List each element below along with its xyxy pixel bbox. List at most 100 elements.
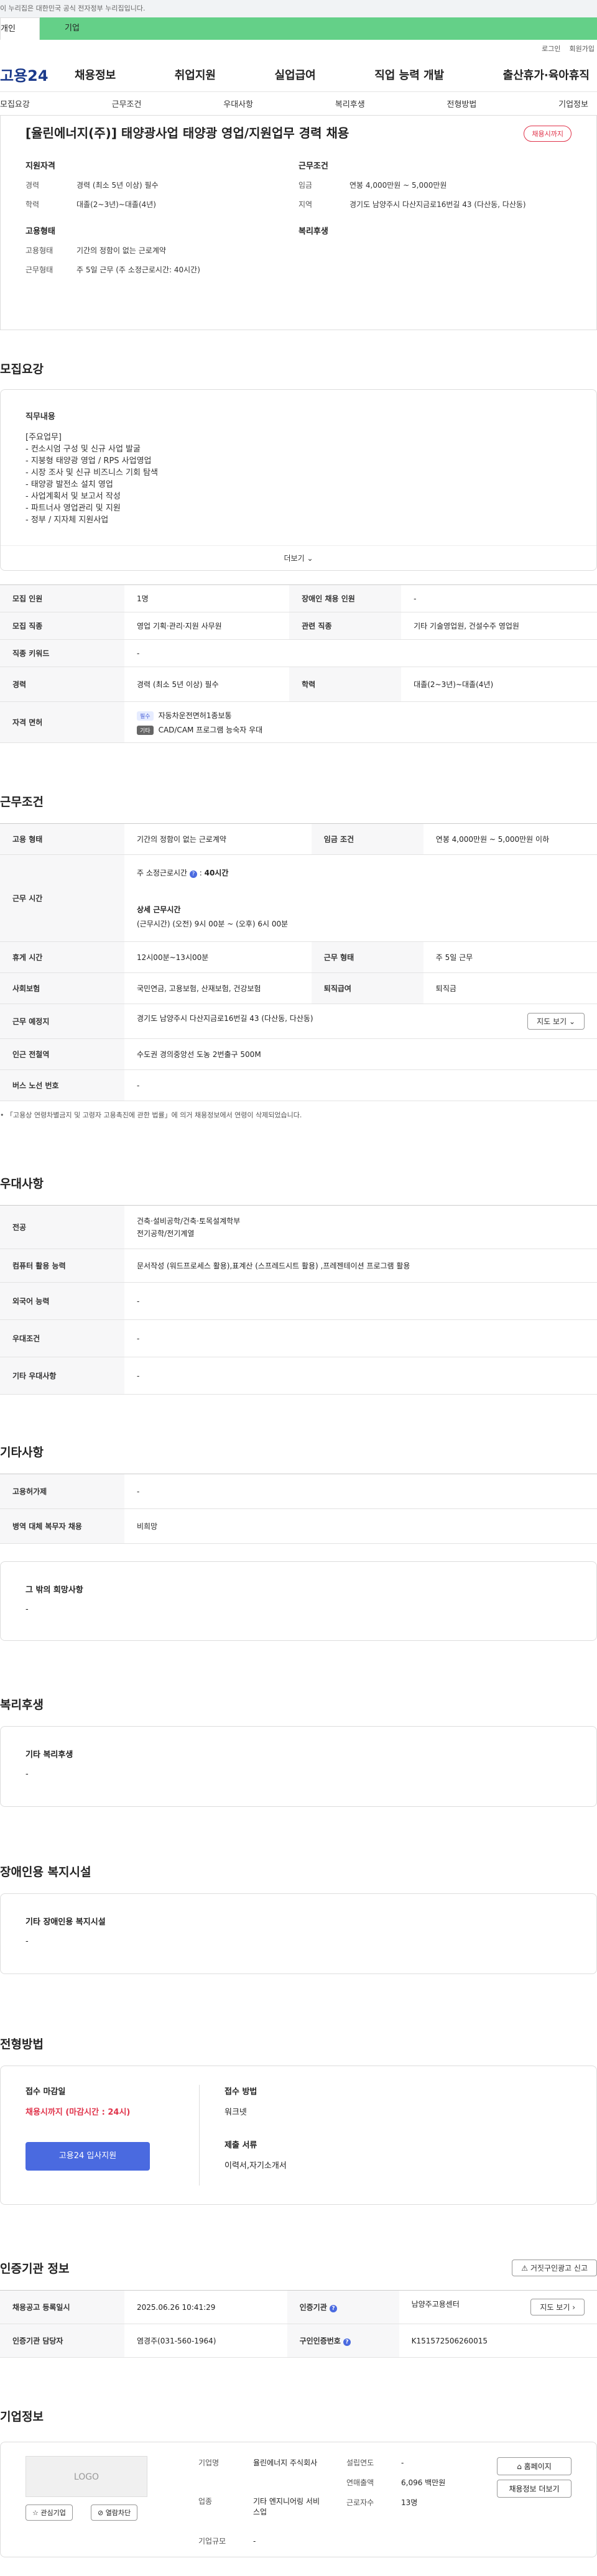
user-type-tabs: 개인 기업 [0, 17, 597, 40]
tab-business[interactable]: 기업 [40, 17, 597, 40]
duty-line: - 사업계획서 및 보고서 작성 [25, 492, 121, 501]
docs-label: 제출 서류 [224, 2141, 257, 2150]
chevron-down-icon: ⌄ [307, 554, 313, 563]
login-link[interactable]: 로그인 [542, 44, 560, 53]
report-button-label: 거짓구인광고 신고 [530, 2264, 588, 2273]
table-cell: 경력 (최소 5년 이상) 필수 [124, 667, 290, 702]
gov-notice-bar: 이 누리집은 대한민국 공식 전자정부 누리집입니다. [0, 0, 597, 17]
company-industry-row: 업종 기타 엔지니어링 서비스업 [198, 2496, 335, 2517]
section-title-company: 기업정보 [0, 2410, 44, 2424]
tab-apply-method[interactable]: 전형방법 [447, 98, 477, 109]
company-emp-row: 근로자수 13명 [346, 2497, 417, 2508]
emp-value: 주 5일 근무 (주 소정근로시간: 40시간) [76, 265, 200, 274]
tab-welfare[interactable]: 복리후생 [335, 98, 365, 109]
section-title-apply: 전형방법 [0, 2038, 44, 2051]
tab-preferences[interactable]: 우대사항 [223, 98, 253, 109]
work-table: 고용 형태 기간의 정함이 없는 근로계약 임금 조건 연봉 4,000만원 ~ 5… [0, 823, 597, 1101]
table-cell: 염경주(031-560-1964) [124, 2324, 287, 2358]
license-name: 자동차운전면허1종보통 [158, 711, 232, 720]
info-icon[interactable]: ? [343, 2338, 351, 2346]
license-cell: 필수 자동차운전면허1종보통 기타 CAD/CAM 프로그램 능숙자 우대 [124, 701, 597, 743]
table-cell: - [124, 1357, 597, 1395]
qual-value: 경력 (최소 5년 이상) 필수 [76, 181, 159, 190]
table-cell: - [124, 1319, 597, 1357]
section-title-recruit: 모집요강 [0, 362, 44, 376]
hours-detail-value: (근무시간) (오전) 9시 00분 ~ (오후) 6시 00분 [137, 920, 289, 928]
job-summary: [율린에너지(주)] 태양광사업 태양광 영업/지원업무 경력 채용 채용시까지… [0, 116, 597, 330]
table-header: 구인인증번호 ? [287, 2324, 399, 2358]
table-header: 인근 전철역 [0, 1038, 124, 1070]
info-icon[interactable]: ? [329, 2305, 337, 2312]
duty-line: - 지붕형 태양광 영업 / RPS 사업영업 [25, 456, 152, 466]
no-label: 구인인증번호 [299, 2337, 341, 2345]
company-key: 근로자수 [346, 2498, 374, 2507]
gnb-item-leave[interactable]: 출산휴가·육아휴직 [503, 67, 590, 83]
join-link[interactable]: 회원가입 [570, 44, 595, 53]
gnb-item-employment-support[interactable]: 취업지원 [175, 67, 216, 83]
table-cell: 2025.06.26 10:41:29 [124, 2290, 287, 2324]
table-header: 학력 [289, 667, 402, 702]
cond-key: 임금 [298, 181, 313, 190]
pref-table: 전공 건축·설비공학/건축·토목설계학부 전기공학/전기계열 컴퓨터 활용 능력 문… [0, 1205, 597, 1395]
table-header: 장애인 채용 인원 [289, 584, 402, 612]
section-title-welfare: 복리후생 [0, 1698, 44, 1712]
table-cell: 영업 기획·관리·지원 사무원 [124, 612, 290, 640]
util-links: 로그인 회원가입 [0, 40, 597, 57]
company-value: 13명 [401, 2498, 418, 2507]
duty-line: - 태양광 발전소 설치 영업 [25, 480, 113, 489]
deadline-value: 채용시까지 (마감시간 : 24시) [25, 2108, 131, 2117]
more-jobs-button[interactable]: 채용정보 더보기 [497, 2480, 572, 2498]
table-header: 병역 대체 복무자 채용 [0, 1508, 124, 1544]
table-cell: 연봉 4,000만원 ~ 5,000만원 이하 [423, 823, 597, 855]
report-button[interactable]: ⚠ 거짓구인광고 신고 [512, 2260, 597, 2276]
emp-key: 근무형태 [25, 265, 53, 274]
license-tag: 필수 [137, 711, 154, 721]
table-cell: 주 5일 근무 [423, 941, 597, 973]
table-cell: 1명 [124, 584, 290, 612]
org-value: 남양주고용센터 [411, 2300, 460, 2309]
apply-button[interactable]: 고용24 입사지원 [25, 2142, 150, 2171]
company-key: 연매출액 [346, 2478, 374, 2487]
duty-line: - 컨소시엄 구성 및 신규 사업 발굴 [25, 445, 141, 454]
gnb-menu: 채용정보 취업지원 실업급여 직업 능력 개발 출산휴가·육아휴직 [75, 67, 597, 83]
table-header: 인증기관 ? [287, 2290, 399, 2324]
gnb-item-skills[interactable]: 직업 능력 개발 [374, 67, 444, 83]
info-icon[interactable]: ? [189, 870, 197, 878]
site-logo[interactable]: 고용24 [0, 63, 75, 85]
home-icon: ⌂ [517, 2462, 522, 2471]
qual-key: 경력 [25, 181, 40, 190]
map-button[interactable]: 지도 보기 ⌄ [527, 1013, 585, 1030]
gnb-item-unemployment-benefit[interactable]: 실업급여 [275, 67, 316, 83]
company-size-row: 기업규모 - [198, 2536, 335, 2546]
more-button[interactable]: 더보기 ⌄ [1, 545, 596, 570]
tab-company[interactable]: 기업정보 [558, 98, 588, 109]
report-icon: ⚠ [521, 2264, 529, 2273]
home-label: 홈페이지 [524, 2462, 552, 2471]
welfare-value: - [25, 1770, 29, 1779]
homepage-button[interactable]: ⌂ 홈페이지 [497, 2457, 572, 2475]
emp-title: 고용형태 [25, 227, 55, 236]
table-header: 버스 노선 번호 [0, 1069, 124, 1101]
favorite-company-button[interactable]: ☆ 관심기업 [25, 2504, 73, 2521]
emp-value: 기간의 정함이 없는 근로계약 [76, 246, 166, 255]
company-key: 설립연도 [346, 2458, 374, 2467]
duty-box: 직무내용 [주요업무] - 컨소시엄 구성 및 신규 사업 발굴 - 지붕형 태… [0, 389, 597, 571]
table-header: 인증기관 담당자 [0, 2324, 124, 2358]
qual-value: 대졸(2~3년)~대졸(4년) [76, 200, 156, 209]
table-header: 근무 형태 [311, 941, 423, 973]
tab-work-conditions[interactable]: 근무조건 [112, 98, 142, 109]
agency-map-button[interactable]: 지도 보기 › [530, 2299, 585, 2315]
block-company-button[interactable]: ⊘ 열람차단 [91, 2504, 138, 2521]
map-button-label: 지도 보기 [537, 1017, 567, 1026]
table-header: 근무 예정지 [0, 1004, 124, 1039]
company-value: 기타 엔지니어링 서비스업 [253, 2497, 320, 2516]
disabled-label: 기타 장애인용 복지시설 [25, 1918, 106, 1927]
job-title: [율린에너지(주)] 태양광사업 태양광 영업/지원업무 경력 채용 [25, 126, 349, 141]
deadline-label: 접수 마감일 [25, 2087, 66, 2097]
tab-recruit[interactable]: 모집요강 [0, 98, 30, 109]
tab-personal[interactable]: 개인 [0, 17, 40, 40]
method-value: 워크넷 [224, 2108, 247, 2117]
table-cell: - [124, 1069, 597, 1101]
gnb-item-jobs[interactable]: 채용정보 [75, 67, 116, 83]
duty-label: 직무내용 [25, 412, 55, 422]
